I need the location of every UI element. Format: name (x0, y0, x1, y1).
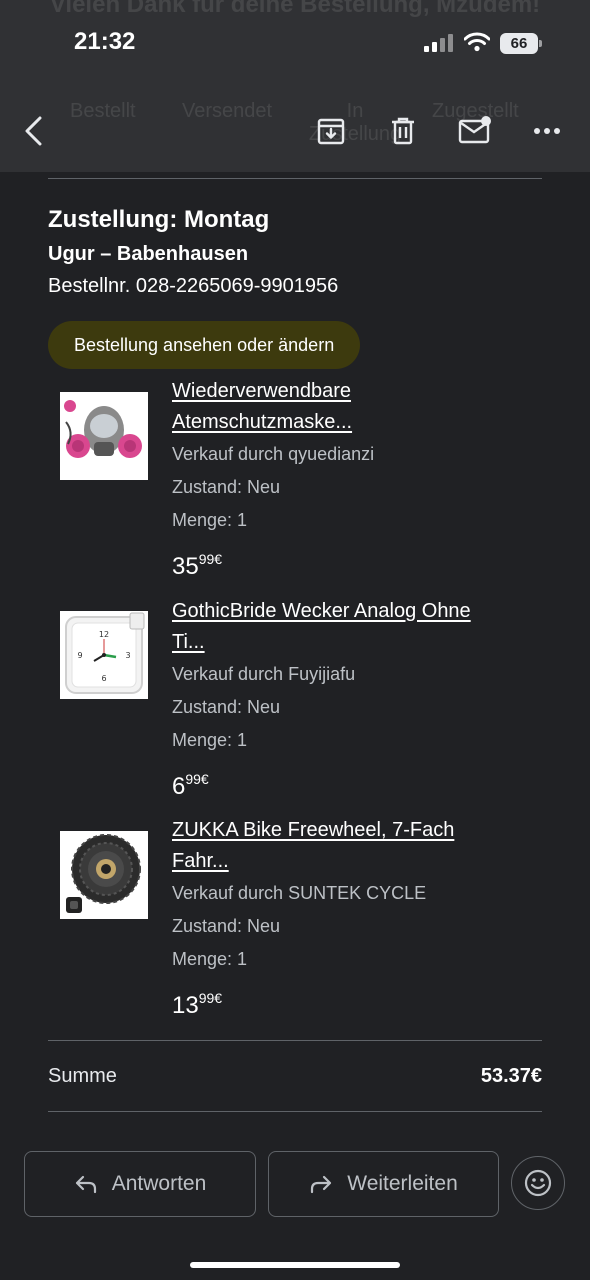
product-name-line1: GothicBride Wecker Analog Ohne (172, 600, 471, 622)
reply-label: Antworten (111, 1172, 207, 1195)
mark-unread-icon[interactable] (458, 114, 492, 148)
forward-icon (311, 1175, 332, 1194)
divider (48, 178, 542, 179)
condition-text: Zustand: Neu (172, 477, 281, 497)
order-number: Bestellnr. 028-2265069-9901956 (48, 275, 339, 297)
price-cents: 99€ (198, 990, 223, 1006)
product-name-line1: ZUKKA Bike Freewheel, 7-Fach (172, 819, 455, 841)
item-price: 1399€ (172, 982, 542, 1022)
archive-icon[interactable] (314, 114, 348, 148)
reply-icon (75, 1175, 96, 1194)
home-indicator[interactable] (190, 1262, 400, 1268)
step-ordered: Bestellt (70, 100, 136, 122)
order-total-row: Summe 53.37€ (48, 1040, 542, 1112)
delivery-heading: Zustellung: Montag (48, 206, 270, 233)
step-shipped: Versendet (182, 100, 273, 122)
seller-text: Verkauf durch qyuedianzi (172, 444, 375, 464)
trash-icon[interactable] (386, 114, 420, 148)
email-subject-ghost: Vielen Dank für deine Bestellung, Mzudem… (49, 0, 541, 18)
product-image-alarm-clock[interactable]: 12 3 6 9 (60, 611, 148, 699)
price-cents: 99€ (185, 771, 209, 787)
total-label: Summe (48, 1064, 117, 1087)
seller-text: Verkauf durch SUNTEK CYCLE (172, 883, 427, 903)
wifi-icon (463, 32, 491, 57)
price-whole: 13 (172, 992, 199, 1019)
product-name-line2: Ti... (172, 631, 205, 653)
product-link[interactable]: GothicBride Wecker Analog Ohne Ti... (172, 596, 542, 658)
seller-text: Verkauf durch Fuyijiafu (172, 664, 356, 684)
price-cents: 99€ (198, 551, 223, 567)
product-link[interactable]: ZUKKA Bike Freewheel, 7-Fach Fahr... (172, 815, 542, 877)
product-image-freewheel[interactable] (60, 831, 148, 919)
svg-text:6: 6 (101, 674, 106, 683)
view-order-button[interactable]: Bestellung ansehen oder ändern (48, 321, 361, 369)
item-price: 699€ (172, 763, 542, 803)
product-name-line1: Wiederverwendbare (172, 380, 351, 402)
product-name-line2: Atemschutzmaske... (172, 411, 353, 433)
recipient-name: Ugur – Babenhausen (48, 243, 249, 265)
emoji-icon (524, 1169, 552, 1197)
status-time: 21:32 (74, 28, 136, 55)
quantity-text: Menge: 1 (172, 730, 248, 750)
condition-text: Zustand: Neu (172, 697, 281, 717)
back-arrow-icon[interactable] (16, 114, 50, 148)
more-icon[interactable] (530, 114, 564, 148)
svg-text:12: 12 (99, 630, 109, 639)
emoji-reaction-button[interactable] (511, 1156, 565, 1210)
forward-label: Weiterleiten (347, 1172, 458, 1195)
order-progress-ghost: Bestellt Versendet In Zustellung Zugeste… (0, 96, 590, 156)
battery-indicator: 66 (500, 33, 542, 54)
quantity-text: Menge: 1 (172, 949, 248, 969)
reply-button[interactable]: Antworten (24, 1151, 256, 1217)
svg-text:9: 9 (77, 651, 82, 660)
product-image-respirator[interactable] (60, 392, 148, 480)
product-link[interactable]: Wiederverwendbare Atemschutzmaske... (172, 376, 542, 438)
cellular-signal-icon (424, 34, 454, 52)
top-app-bar: Vielen Dank für deine Bestellung, Mzudem… (0, 0, 590, 172)
price-whole: 35 (172, 553, 199, 580)
order-email-body: Zustellung: Montag Ugur – Babenhausen Be… (48, 172, 542, 1112)
forward-button[interactable]: Weiterleiten (268, 1151, 499, 1217)
total-value: 53.37€ (480, 1064, 542, 1087)
svg-text:3: 3 (125, 651, 130, 660)
item-price: 3599€ (172, 543, 542, 583)
quantity-text: Menge: 1 (172, 510, 248, 530)
product-name-line2: Fahr... (172, 850, 229, 872)
condition-text: Zustand: Neu (172, 916, 281, 936)
price-whole: 6 (172, 773, 186, 800)
